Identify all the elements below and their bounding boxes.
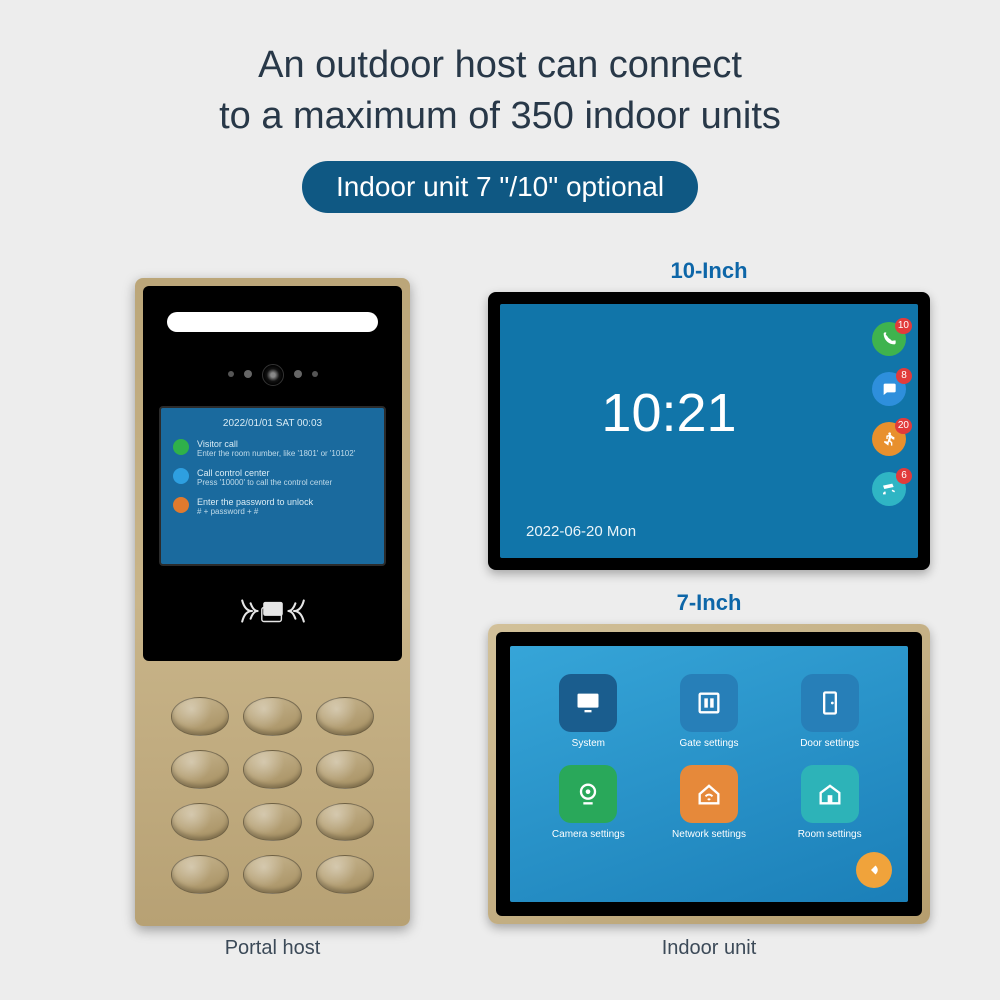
sensor-row	[143, 364, 402, 386]
chat-icon	[881, 381, 897, 397]
app-label: Room settings	[779, 829, 880, 840]
ir-led-icon	[312, 371, 318, 377]
lcd-row-title: Enter the password to unlock	[197, 497, 313, 507]
keypad-key[interactable]	[243, 855, 301, 894]
portal-lcd-date: 2022/01/01 SAT 00:03	[173, 418, 372, 429]
keypad-key[interactable]	[316, 750, 374, 789]
app-door-settings[interactable]: Door settings	[779, 674, 880, 749]
keypad-key[interactable]	[316, 803, 374, 842]
clock-time: 10:21	[500, 382, 838, 444]
badge-count: 10	[895, 318, 912, 334]
monitor-icon	[574, 689, 602, 717]
side-shortcut-bar: 10 8 20 6	[872, 322, 906, 506]
ir-led-icon	[244, 370, 252, 378]
lcd-hint-row: Call control center Press '10000' to cal…	[173, 468, 372, 487]
badge-count: 20	[895, 418, 912, 434]
gate-icon	[695, 689, 723, 717]
indoor-caption: Indoor unit	[488, 937, 930, 960]
lcd-row-sub: Enter the room number, like '1801' or '1…	[197, 449, 355, 458]
seven-inch-unit: System Gate settings Door settings Camer…	[488, 624, 930, 924]
seven-inch-label: 7-Inch	[488, 590, 930, 616]
app-label: Network settings	[659, 829, 760, 840]
keypad-key[interactable]	[316, 697, 374, 736]
portal-host-device: 2022/01/01 SAT 00:03 Visitor call Enter …	[135, 278, 410, 926]
badge-count: 8	[896, 368, 912, 384]
portal-caption: Portal host	[135, 937, 410, 960]
illumination-bar	[167, 312, 378, 332]
size-option-pill: Indoor unit 7 "/10" optional	[302, 161, 698, 213]
call-shortcut[interactable]: 10	[872, 322, 906, 356]
app-camera-settings[interactable]: Camera settings	[538, 765, 639, 840]
keypad-key[interactable]	[243, 803, 301, 842]
ten-inch-label: 10-Inch	[488, 258, 930, 284]
ir-led-icon	[294, 370, 302, 378]
lcd-row-title: Call control center	[197, 468, 332, 478]
app-network-settings[interactable]: Network settings	[659, 765, 760, 840]
ten-inch-screen: 10:21 2022-06-20 Mon 10 8 20 6	[500, 304, 918, 558]
headline-line-1: An outdoor host can connect	[0, 40, 1000, 91]
door-icon	[816, 689, 844, 717]
room-icon	[816, 780, 844, 808]
app-label: Gate settings	[659, 738, 760, 749]
seven-inch-screen: System Gate settings Door settings Camer…	[510, 646, 908, 902]
keypad-key[interactable]	[171, 750, 229, 789]
keypad-key[interactable]	[171, 855, 229, 894]
headline: An outdoor host can connect to a maximum…	[0, 0, 1000, 143]
unlock-icon	[173, 497, 189, 513]
lcd-row-title: Visitor call	[197, 439, 355, 449]
portal-top-panel: 2022/01/01 SAT 00:03 Visitor call Enter …	[143, 286, 402, 661]
app-label: System	[538, 738, 639, 749]
keypad-key[interactable]	[316, 855, 374, 894]
monitor-shortcut[interactable]: 6	[872, 472, 906, 506]
lcd-hint-row: Visitor call Enter the room number, like…	[173, 439, 372, 458]
cctv-icon	[881, 481, 897, 497]
product-stage: 2022/01/01 SAT 00:03 Visitor call Enter …	[0, 270, 1000, 1000]
app-label: Door settings	[779, 738, 880, 749]
back-arrow-icon	[865, 861, 883, 879]
rfid-reader-icon	[143, 586, 402, 641]
settings-grid: System Gate settings Door settings Camer…	[538, 674, 880, 840]
keypad-key[interactable]	[171, 697, 229, 736]
camera-lens-icon	[262, 364, 284, 386]
lcd-hint-row: Enter the password to unlock # + passwor…	[173, 497, 372, 516]
app-gate-settings[interactable]: Gate settings	[659, 674, 760, 749]
webcam-icon	[574, 780, 602, 808]
app-label: Camera settings	[538, 829, 639, 840]
ir-led-icon	[228, 371, 234, 377]
badge-count: 6	[896, 468, 912, 484]
numeric-keypad	[143, 673, 402, 918]
lcd-row-sub: # + password + #	[197, 507, 313, 516]
headline-line-2: to a maximum of 350 indoor units	[0, 91, 1000, 142]
message-shortcut[interactable]: 8	[872, 372, 906, 406]
keypad-key[interactable]	[243, 750, 301, 789]
seven-inch-bezel: System Gate settings Door settings Camer…	[496, 632, 922, 916]
operator-icon	[173, 468, 189, 484]
motion-shortcut[interactable]: 20	[872, 422, 906, 456]
phone-icon	[881, 331, 897, 347]
lcd-row-sub: Press '10000' to call the control center	[197, 478, 332, 487]
portal-lcd-screen: 2022/01/01 SAT 00:03 Visitor call Enter …	[159, 406, 386, 566]
call-icon	[173, 439, 189, 455]
walking-person-icon	[881, 431, 897, 447]
app-system[interactable]: System	[538, 674, 639, 749]
keypad-key[interactable]	[171, 803, 229, 842]
ten-inch-unit: 10:21 2022-06-20 Mon 10 8 20 6	[488, 292, 930, 570]
back-button[interactable]	[856, 852, 892, 888]
app-room-settings[interactable]: Room settings	[779, 765, 880, 840]
home-network-icon	[695, 780, 723, 808]
clock-date: 2022-06-20 Mon	[526, 523, 636, 540]
keypad-key[interactable]	[243, 697, 301, 736]
